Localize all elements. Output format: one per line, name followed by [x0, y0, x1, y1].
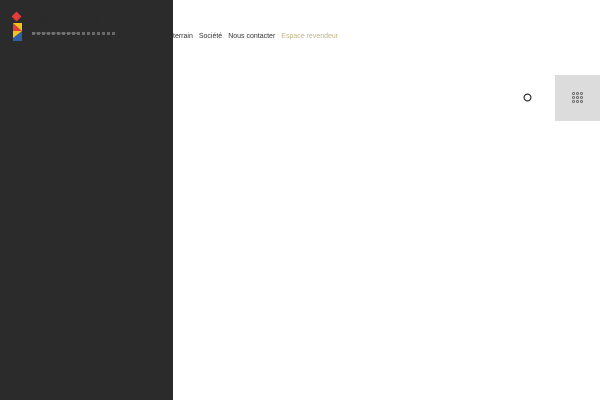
main-nav: terrain Société Nous contacter Espace re…: [173, 32, 338, 42]
grid-menu-icon: [572, 92, 583, 103]
nav-item-societe[interactable]: Société: [199, 32, 222, 42]
logo-tagline: fabricant de matériel professionnel: [32, 32, 116, 35]
search-button[interactable]: [522, 92, 533, 103]
search-icon: [523, 93, 532, 102]
menu-button[interactable]: [555, 75, 600, 121]
logo[interactable]: i·novativ fabricant de matériel professi…: [11, 11, 131, 45]
nav-item-reseller[interactable]: Espace revendeur: [281, 32, 338, 42]
logo-wordmark: i·novativ: [30, 11, 100, 29]
logo-mark-icon: [11, 11, 22, 41]
side-panel: [0, 0, 173, 400]
nav-item-contact[interactable]: Nous contacter: [228, 32, 275, 42]
nav-item-terrain[interactable]: terrain: [173, 32, 193, 42]
